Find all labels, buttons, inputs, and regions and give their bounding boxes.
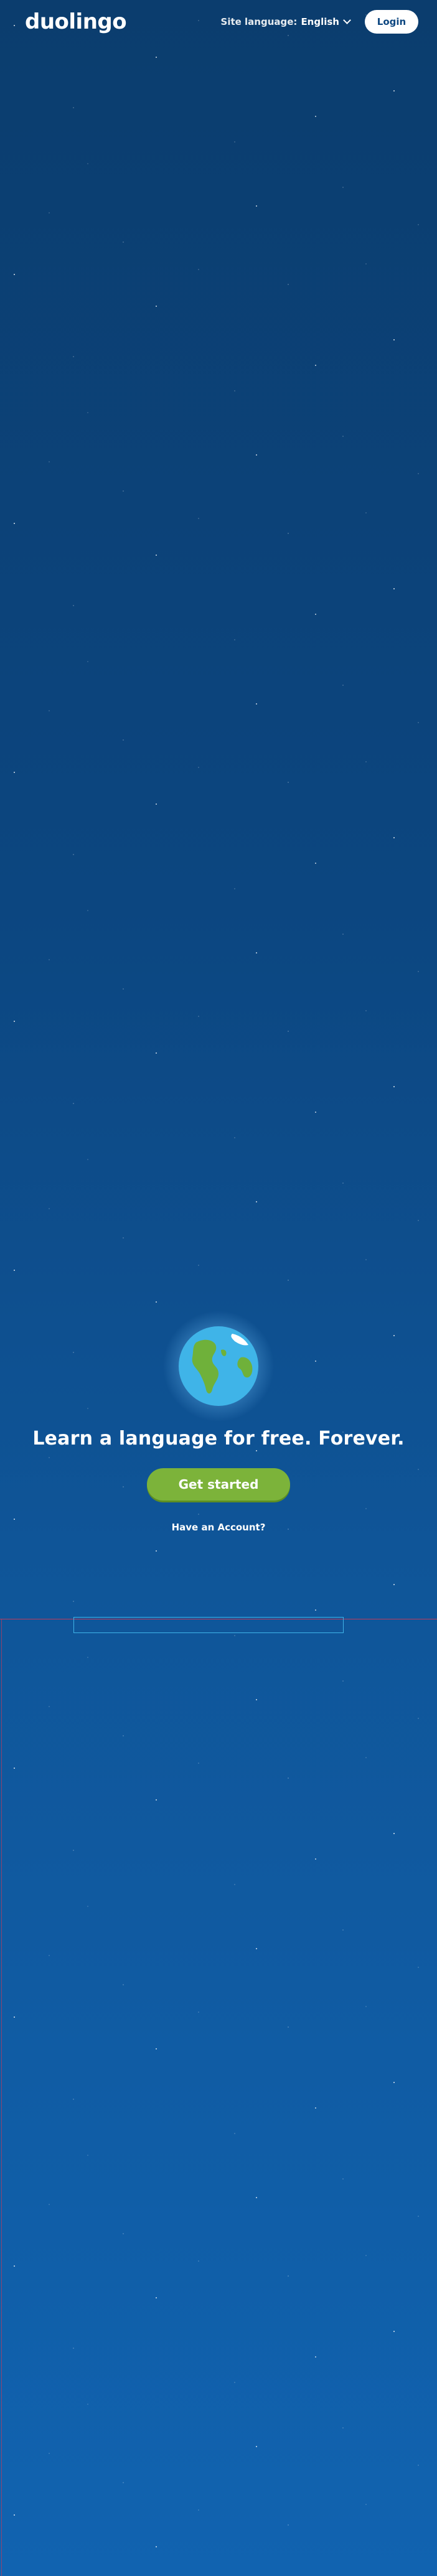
get-started-button[interactable]: Get started <box>147 1468 290 1501</box>
starfield-background <box>0 0 437 2576</box>
top-nav: duolingo Site language: English Login <box>0 0 437 44</box>
site-language-value: English <box>301 16 339 27</box>
hero-section: Learn a language for free. Forever. Get … <box>0 1310 437 1533</box>
globe-illustration <box>162 1310 275 1422</box>
login-button[interactable]: Login <box>365 10 418 34</box>
duolingo-logo[interactable]: duolingo <box>25 11 127 32</box>
site-language-selector[interactable]: Site language: English <box>220 16 351 27</box>
outlined-placeholder-box <box>73 1617 344 1633</box>
site-language-label: Site language: <box>220 16 298 27</box>
nav-right: Site language: English Login <box>221 10 418 34</box>
left-edge-line <box>1 1619 2 2576</box>
globe-icon <box>179 1326 258 1406</box>
hero-headline: Learn a language for free. Forever. <box>32 1428 405 1450</box>
have-account-link[interactable]: Have an Account? <box>172 1522 266 1533</box>
chevron-down-icon <box>343 16 351 24</box>
